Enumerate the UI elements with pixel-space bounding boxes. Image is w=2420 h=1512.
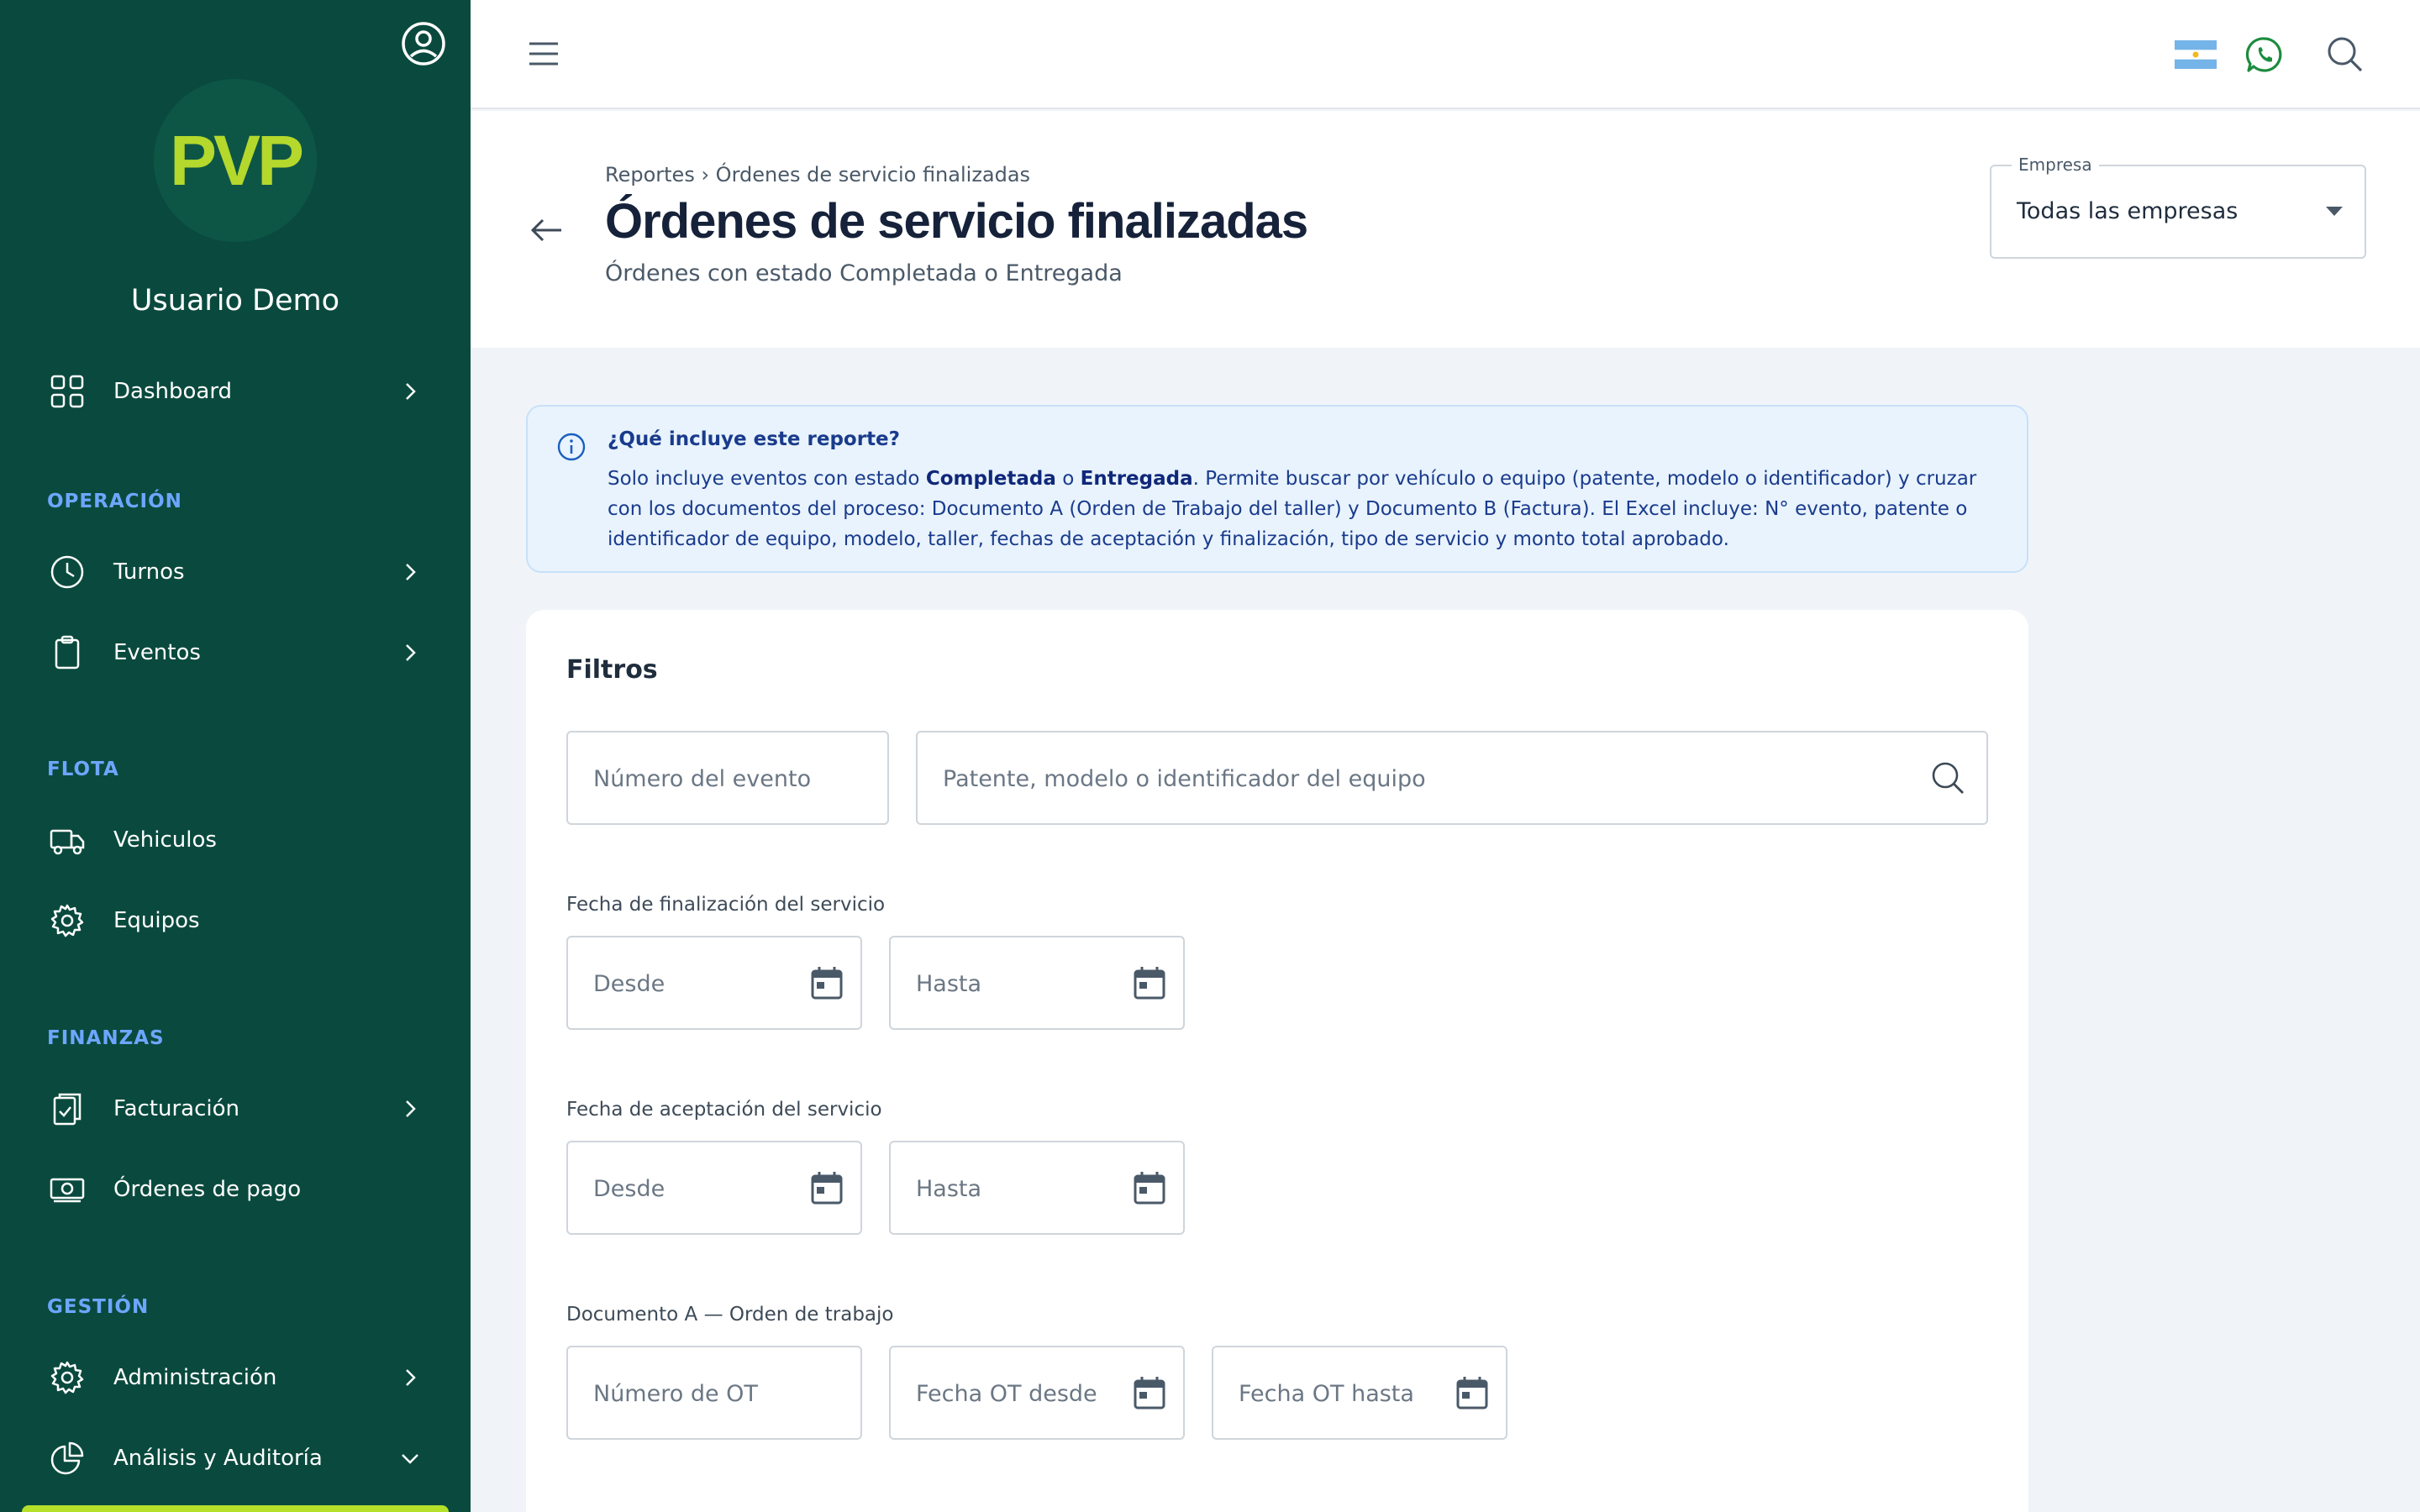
- ot-hasta-input[interactable]: Fecha OT hasta: [1212, 1346, 1507, 1440]
- finalizacion-desde-input[interactable]: Desde: [566, 936, 862, 1030]
- sidebar-item-turnos[interactable]: Turnos: [0, 538, 471, 606]
- chevron-right-icon: [406, 564, 416, 580]
- user-name: Usuario Demo: [130, 284, 340, 318]
- sidebar-item-equipos[interactable]: Equipos: [0, 887, 471, 954]
- documento-a-label: Documento A — Orden de trabajo: [566, 1304, 894, 1326]
- chevron-down-icon: [402, 1454, 418, 1464]
- chevron-right-icon: [406, 644, 416, 661]
- report-info-box: ¿Qué incluye este reporte? Solo incluye …: [526, 405, 2028, 573]
- clipboard-icon: [55, 635, 80, 669]
- calendar-icon[interactable]: [1131, 1374, 1168, 1411]
- user-account-icon[interactable]: [400, 20, 447, 67]
- placeholder: Desde: [593, 971, 666, 997]
- sidebar-item-dashboard[interactable]: Dashboard: [0, 358, 471, 425]
- ot-desde-input[interactable]: Fecha OT desde: [889, 1346, 1185, 1440]
- placeholder: Número del evento: [593, 766, 812, 792]
- info-icon: [557, 433, 586, 461]
- aceptacion-label: Fecha de aceptación del servicio: [566, 1099, 882, 1121]
- brand-logo: PVP: [154, 79, 317, 242]
- placeholder: Número de OT: [593, 1381, 758, 1407]
- sidebar-item-label: Vehiculos: [113, 827, 217, 853]
- pie-chart-icon: [50, 1441, 84, 1475]
- page-subtitle: Órdenes con estado Completada o Entregad…: [605, 260, 1123, 286]
- sidebar-item-label: Equipos: [113, 908, 200, 933]
- calendar-icon[interactable]: [808, 1169, 845, 1206]
- placeholder: Hasta: [916, 971, 982, 997]
- section-flota: FLOTA: [47, 759, 119, 780]
- sidebar-item-administracion[interactable]: Administración: [0, 1344, 471, 1411]
- section-finanzas: FINANZAS: [47, 1027, 165, 1049]
- sidebar-item-label: Análisis y Auditoría: [113, 1446, 323, 1471]
- gear-icon: [50, 1361, 84, 1394]
- truck-icon: [50, 829, 85, 855]
- finalizacion-hasta-input[interactable]: Hasta: [889, 936, 1185, 1030]
- event-number-input[interactable]: Número del evento: [566, 731, 889, 825]
- search-icon[interactable]: [2326, 35, 2365, 74]
- status-entregada: Entregada: [1080, 468, 1193, 490]
- aceptacion-hasta-input[interactable]: Hasta: [889, 1141, 1185, 1235]
- clock-icon: [50, 555, 84, 589]
- placeholder: Fecha OT desde: [916, 1381, 1097, 1407]
- sidebar-item-analisis-auditoria[interactable]: Análisis y Auditoría: [0, 1425, 471, 1492]
- dropdown-caret-icon: [2326, 207, 2343, 216]
- placeholder: Hasta: [916, 1176, 982, 1202]
- placeholder: Patente, modelo o identificador del equi…: [943, 766, 1426, 792]
- menu-icon[interactable]: [528, 40, 560, 67]
- invoice-check-icon: [53, 1093, 82, 1126]
- aceptacion-desde-input[interactable]: Desde: [566, 1141, 862, 1235]
- empresa-label: Empresa: [2012, 155, 2099, 175]
- calendar-icon[interactable]: [1131, 1169, 1168, 1206]
- sidebar-item-ordenes-pago[interactable]: Órdenes de pago: [0, 1156, 471, 1223]
- sidebar-item-label: Administración: [113, 1365, 277, 1390]
- top-bar: [471, 0, 2420, 109]
- vehicle-search-input[interactable]: Patente, modelo o identificador del equi…: [916, 731, 1988, 825]
- info-text: o: [1055, 468, 1081, 490]
- sidebar-item-label: Turnos: [113, 559, 185, 585]
- empresa-value: Todas las empresas: [2017, 198, 2238, 224]
- cash-icon: [50, 1178, 85, 1203]
- sidebar-item-vehiculos[interactable]: Vehiculos: [0, 806, 471, 874]
- chevron-right-icon: [406, 1369, 416, 1386]
- sidebar-item-facturacion[interactable]: Facturación: [0, 1075, 471, 1142]
- sidebar-item-label: Órdenes de pago: [113, 1177, 302, 1202]
- sidebar-item-label: Facturación: [113, 1096, 239, 1121]
- finalizacion-label: Fecha de finalización del servicio: [566, 894, 886, 916]
- gear-icon: [50, 904, 84, 937]
- status-completada: Completada: [925, 468, 1056, 490]
- filters-title: Filtros: [566, 655, 658, 685]
- argentina-flag-icon[interactable]: [2175, 40, 2217, 69]
- page-header: Reportes › Órdenes de servicio finalizad…: [471, 111, 2420, 348]
- calendar-icon[interactable]: [1454, 1374, 1491, 1411]
- info-body: Solo incluye eventos con estado Completa…: [608, 464, 2011, 554]
- page-title: Órdenes de servicio finalizadas: [605, 194, 1308, 249]
- sidebar-item-label: Dashboard: [113, 379, 233, 404]
- info-text: Solo incluye eventos con estado: [608, 468, 926, 490]
- filters-card: Filtros Número del evento Patente, model…: [526, 610, 2028, 1512]
- placeholder: Desde: [593, 1176, 666, 1202]
- info-title: ¿Qué incluye este reporte?: [608, 428, 900, 450]
- whatsapp-icon[interactable]: [2245, 35, 2284, 74]
- sidebar-item-eventos[interactable]: Eventos: [0, 619, 471, 686]
- sidebar-item-label: Eventos: [113, 640, 201, 665]
- chevron-right-icon: [406, 1100, 416, 1117]
- grid-icon: [50, 375, 84, 408]
- placeholder: Fecha OT hasta: [1239, 1381, 1414, 1407]
- sidebar: PVP Usuario Demo Dashboard OPERACIÓN Tur…: [0, 0, 471, 1512]
- active-item-indicator: [22, 1505, 449, 1512]
- chevron-right-icon: [406, 383, 416, 400]
- search-icon[interactable]: [1929, 759, 1966, 796]
- back-arrow-icon[interactable]: [528, 212, 565, 249]
- calendar-icon[interactable]: [1131, 964, 1168, 1001]
- empresa-select[interactable]: Empresa Todas las empresas: [1990, 155, 2366, 259]
- section-operacion: OPERACIÓN: [47, 491, 182, 512]
- breadcrumb[interactable]: Reportes › Órdenes de servicio finalizad…: [605, 163, 1030, 186]
- calendar-icon[interactable]: [808, 964, 845, 1001]
- ot-number-input[interactable]: Número de OT: [566, 1346, 862, 1440]
- section-gestion: GESTIÓN: [47, 1296, 150, 1318]
